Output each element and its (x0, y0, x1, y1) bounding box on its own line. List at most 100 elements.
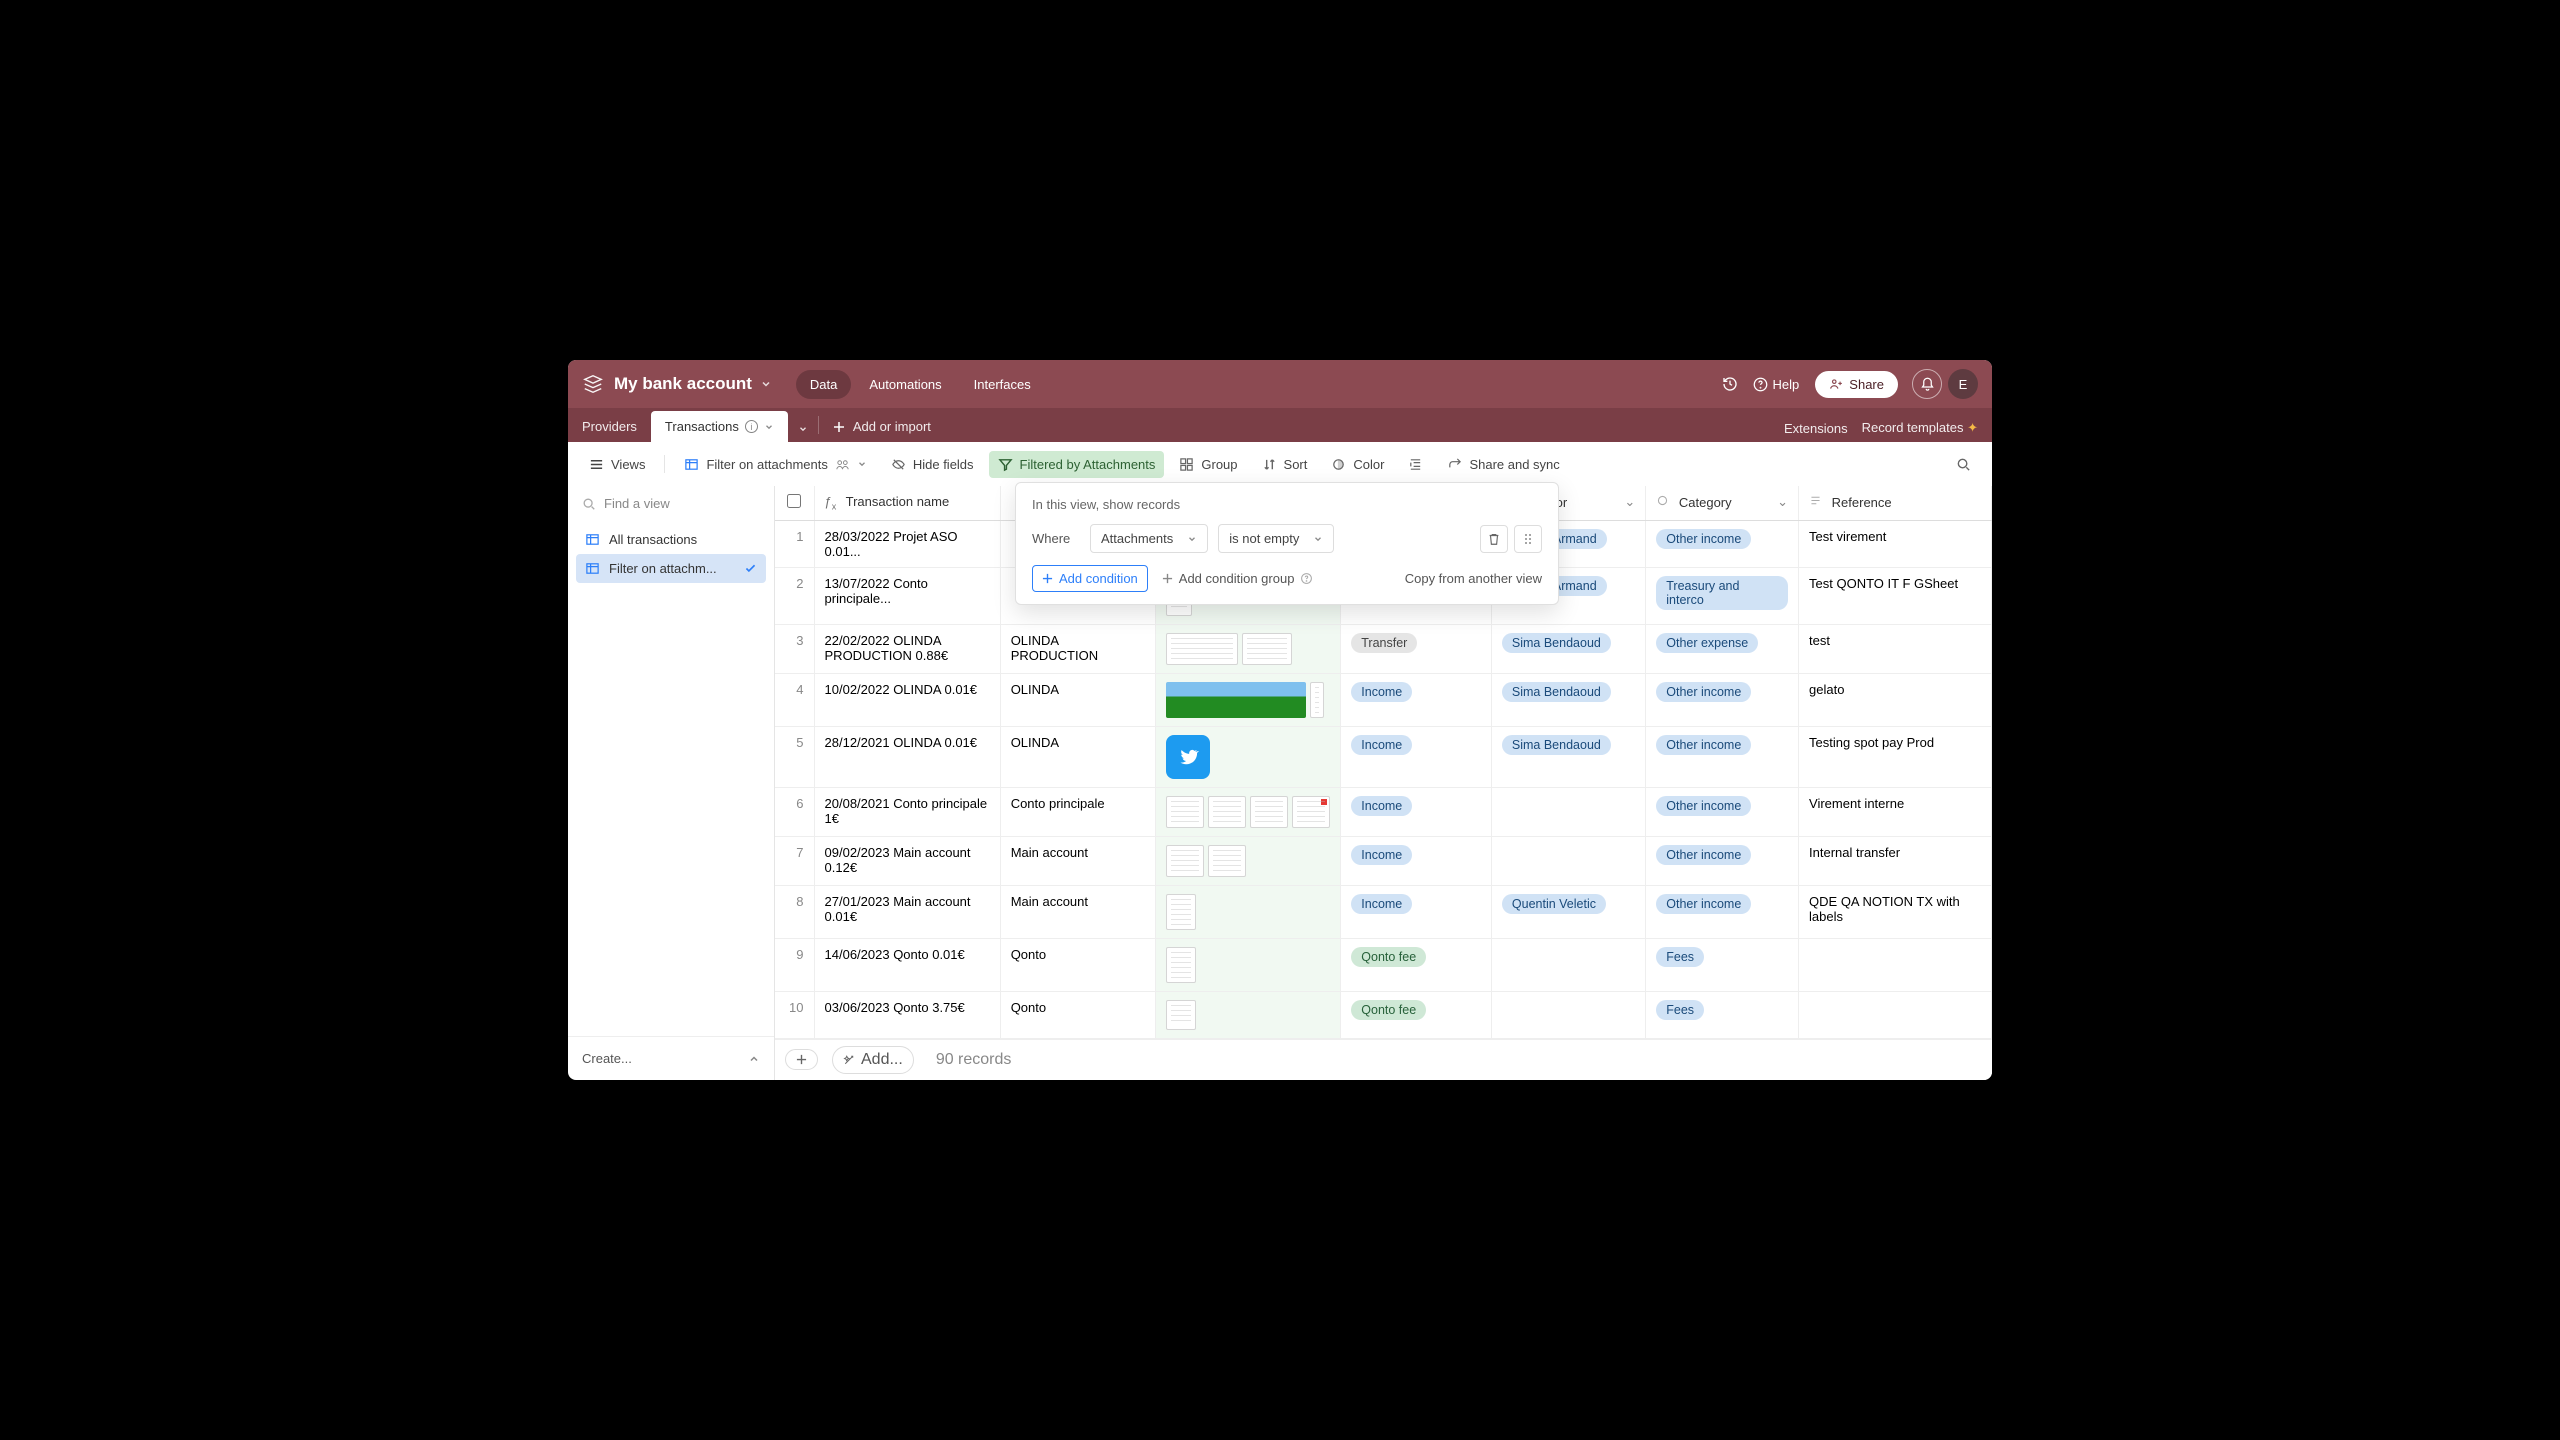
nav-data[interactable]: Data (796, 370, 851, 399)
cell-transaction-name[interactable]: 10/02/2022 OLINDA 0.01€ (814, 673, 1000, 726)
cell-counterpart[interactable]: Qonto (1000, 938, 1156, 991)
search-icon[interactable] (1947, 451, 1980, 478)
table-row[interactable]: 322/02/2022 OLINDA PRODUCTION 0.88€OLIND… (775, 624, 1992, 673)
cell-side[interactable]: Income (1341, 787, 1492, 836)
cell-side[interactable]: Income (1341, 885, 1492, 938)
cell-side[interactable]: Income (1341, 726, 1492, 787)
cell-category[interactable]: Treasury and interco (1646, 567, 1799, 624)
cell-counterpart[interactable]: OLINDA (1000, 726, 1156, 787)
cell-reference[interactable]: Internal transfer (1799, 836, 1992, 885)
row-height-button[interactable] (1399, 451, 1432, 478)
cell-reference[interactable]: Test virement (1799, 520, 1992, 567)
copy-from-view-button[interactable]: Copy from another view (1405, 571, 1542, 586)
cell-attachments[interactable] (1156, 624, 1341, 673)
cell-initiator[interactable]: Sima Bendaoud (1491, 673, 1645, 726)
cell-side[interactable]: Income (1341, 836, 1492, 885)
nav-interfaces[interactable]: Interfaces (960, 370, 1045, 399)
operator-select[interactable]: is not empty (1218, 524, 1334, 553)
table-row[interactable]: 914/06/2023 Qonto 0.01€QontoQonto feeFee… (775, 938, 1992, 991)
current-view-button[interactable]: Filter on attachments (675, 451, 875, 478)
delete-condition-icon[interactable] (1480, 525, 1508, 553)
cell-attachments[interactable] (1156, 938, 1341, 991)
cell-category[interactable]: Other income (1646, 673, 1799, 726)
field-select[interactable]: Attachments (1090, 524, 1208, 553)
cell-reference[interactable] (1799, 991, 1992, 1038)
cell-initiator[interactable] (1491, 938, 1645, 991)
share-button[interactable]: Share (1815, 371, 1898, 398)
drag-handle-icon[interactable] (1514, 525, 1542, 553)
cell-attachments[interactable] (1156, 787, 1341, 836)
cell-category[interactable]: Other income (1646, 726, 1799, 787)
cell-initiator[interactable]: Sima Bendaoud (1491, 624, 1645, 673)
tab-transactions[interactable]: Transactions i (651, 411, 788, 442)
cell-category[interactable]: Other income (1646, 885, 1799, 938)
cell-side[interactable]: Qonto fee (1341, 938, 1492, 991)
color-button[interactable]: Color (1322, 451, 1393, 478)
table-row[interactable]: 1003/06/2023 Qonto 3.75€QontoQonto feeFe… (775, 991, 1992, 1038)
cell-reference[interactable] (1799, 938, 1992, 991)
chevron-down-icon[interactable]: ⌄ (1777, 494, 1788, 510)
base-title-caret-icon[interactable] (760, 378, 772, 390)
table-row[interactable]: 528/12/2021 OLINDA 0.01€OLINDAIncomeSima… (775, 726, 1992, 787)
cell-counterpart[interactable]: OLINDA (1000, 673, 1156, 726)
cell-reference[interactable]: Virement interne (1799, 787, 1992, 836)
cell-initiator[interactable]: Sima Bendaoud (1491, 726, 1645, 787)
cell-attachments[interactable] (1156, 726, 1341, 787)
cell-transaction-name[interactable]: 28/12/2021 OLINDA 0.01€ (814, 726, 1000, 787)
tab-providers[interactable]: Providers (568, 411, 651, 442)
cell-counterpart[interactable]: Conto principale (1000, 787, 1156, 836)
create-view-button[interactable]: Create... (568, 1036, 774, 1080)
cell-initiator[interactable] (1491, 836, 1645, 885)
table-row[interactable]: 620/08/2021 Conto principale 1€Conto pri… (775, 787, 1992, 836)
history-icon[interactable] (1715, 369, 1745, 399)
cell-side[interactable]: Qonto fee (1341, 991, 1492, 1038)
cell-side[interactable]: Transfer (1341, 624, 1492, 673)
filter-button[interactable]: Filtered by Attachments (989, 451, 1165, 478)
cell-category[interactable]: Other expense (1646, 624, 1799, 673)
cell-transaction-name[interactable]: 28/03/2022 Projet ASO 0.01... (814, 520, 1000, 567)
cell-attachments[interactable] (1156, 885, 1341, 938)
user-avatar[interactable]: E (1948, 369, 1978, 399)
cell-transaction-name[interactable]: 13/07/2022 Conto principale... (814, 567, 1000, 624)
record-templates-link[interactable]: Record templates ✦ (1862, 420, 1978, 436)
sidebar-view-filter-attachments[interactable]: Filter on attachm... (576, 554, 766, 583)
add-condition-button[interactable]: Add condition (1032, 565, 1148, 592)
nav-automations[interactable]: Automations (855, 370, 955, 399)
cell-counterpart[interactable]: Main account (1000, 836, 1156, 885)
cell-counterpart[interactable]: Main account (1000, 885, 1156, 938)
cell-counterpart[interactable]: Qonto (1000, 991, 1156, 1038)
cell-initiator[interactable] (1491, 787, 1645, 836)
hide-fields-button[interactable]: Hide fields (882, 451, 983, 478)
views-button[interactable]: Views (580, 451, 654, 478)
col-transaction-name[interactable]: ƒx Transaction name (814, 486, 1000, 520)
help-button[interactable]: Help (1753, 377, 1800, 392)
find-view-input[interactable]: Find a view (568, 486, 774, 521)
select-all-checkbox[interactable] (775, 486, 814, 520)
cell-reference[interactable]: test (1799, 624, 1992, 673)
add-condition-group-button[interactable]: Add condition group (1162, 571, 1314, 586)
add-row-button[interactable] (785, 1049, 818, 1070)
add-or-import-button[interactable]: Add or import (819, 411, 945, 442)
tabs-overflow-caret[interactable] (788, 416, 818, 442)
cell-category[interactable]: Fees (1646, 938, 1799, 991)
cell-category[interactable]: Other income (1646, 836, 1799, 885)
cell-transaction-name[interactable]: 03/06/2023 Qonto 3.75€ (814, 991, 1000, 1038)
table-row[interactable]: 709/02/2023 Main account 0.12€Main accou… (775, 836, 1992, 885)
share-sync-button[interactable]: Share and sync (1438, 451, 1568, 478)
add-with-ai-button[interactable]: Add... (832, 1046, 914, 1074)
extensions-link[interactable]: Extensions (1784, 421, 1848, 436)
cell-reference[interactable]: QDE QA NOTION TX with labels (1799, 885, 1992, 938)
notifications-icon[interactable] (1912, 369, 1942, 399)
cell-transaction-name[interactable]: 22/02/2022 OLINDA PRODUCTION 0.88€ (814, 624, 1000, 673)
cell-category[interactable]: Other income (1646, 520, 1799, 567)
cell-reference[interactable]: gelato (1799, 673, 1992, 726)
cell-attachments[interactable] (1156, 991, 1341, 1038)
cell-reference[interactable]: Test QONTO IT F GSheet (1799, 567, 1992, 624)
cell-side[interactable]: Income (1341, 673, 1492, 726)
cell-counterpart[interactable]: OLINDA PRODUCTION (1000, 624, 1156, 673)
cell-initiator[interactable]: Quentin Veletic (1491, 885, 1645, 938)
table-row[interactable]: 827/01/2023 Main account 0.01€Main accou… (775, 885, 1992, 938)
cell-category[interactable]: Fees (1646, 991, 1799, 1038)
base-title[interactable]: My bank account (614, 374, 752, 394)
group-button[interactable]: Group (1170, 451, 1246, 478)
